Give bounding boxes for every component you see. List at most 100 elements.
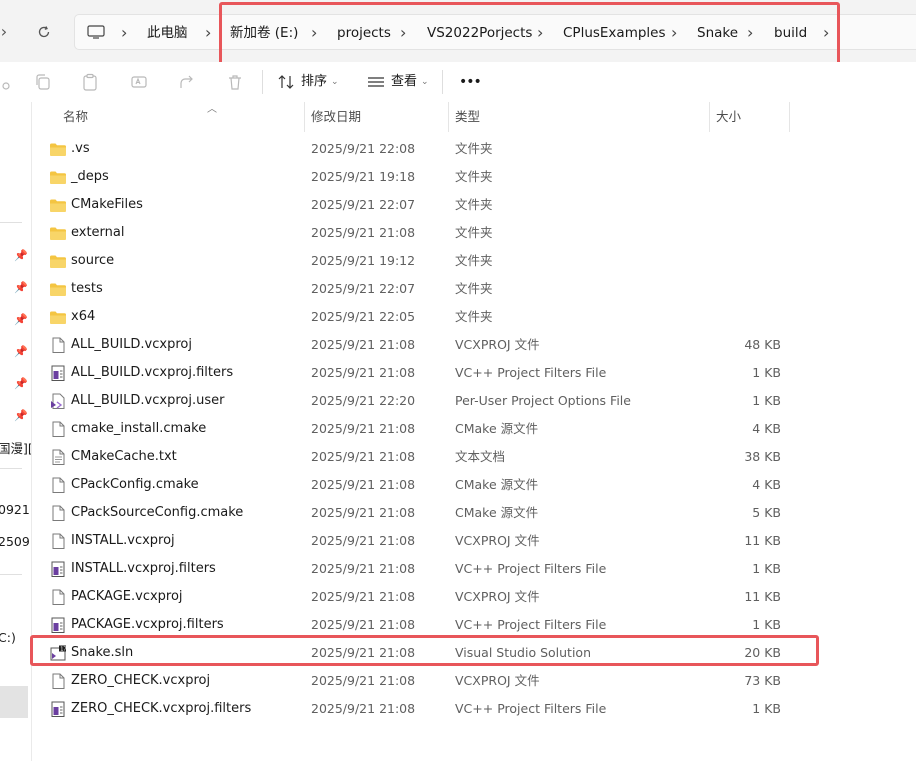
nav-item-quick-access[interactable]: 0921 bbox=[0, 502, 30, 517]
file-row[interactable]: source 2025/9/21 19:12 文件夹 bbox=[33, 247, 823, 275]
sort-icon[interactable] bbox=[276, 72, 296, 92]
file-row[interactable]: 17 Snake.sln 2025/9/21 21:08 Visual Studio … bbox=[33, 639, 823, 667]
chevron-right-icon[interactable]: › bbox=[537, 15, 543, 51]
file-row[interactable]: PACKAGE.vcxproj.filters 2025/9/21 21:08 VC… bbox=[33, 611, 823, 639]
sort-button[interactable]: 排序 bbox=[301, 72, 327, 92]
file-type: Per-User Project Options File bbox=[455, 393, 631, 408]
nav-item-quick-access[interactable]: 2509 bbox=[0, 534, 30, 549]
file-modified-date: 2025/9/21 21:08 bbox=[311, 533, 416, 548]
file-row[interactable]: PACKAGE.vcxproj 2025/9/21 21:08 VCXPROJ 文件… bbox=[33, 583, 823, 611]
column-divider[interactable] bbox=[789, 102, 790, 132]
file-name: PACKAGE.vcxproj bbox=[71, 589, 183, 604]
file-modified-date: 2025/9/21 21:08 bbox=[311, 561, 416, 576]
file-row[interactable]: INSTALL.vcxproj 2025/9/21 21:08 VCXPROJ 文件… bbox=[33, 527, 823, 555]
file-name: CPackConfig.cmake bbox=[71, 477, 199, 492]
file-modified-date: 2025/9/21 21:08 bbox=[311, 673, 416, 688]
command-bar: 排序 ⌄ 查看 ⌄ ••• bbox=[0, 62, 916, 102]
breadcrumb-drive-e[interactable]: 新加卷 (E:) bbox=[230, 15, 298, 51]
share-icon[interactable] bbox=[177, 72, 197, 92]
pin-icon: 📌 bbox=[14, 281, 28, 294]
file-modified-date: 2025/9/21 19:18 bbox=[311, 169, 416, 184]
chevron-right-icon[interactable]: › bbox=[823, 15, 829, 51]
cut-icon[interactable] bbox=[0, 72, 12, 92]
column-header-type[interactable]: 类型 bbox=[447, 102, 480, 132]
file-row[interactable]: ZERO_CHECK.vcxproj 2025/9/21 21:08 VCXPROJ… bbox=[33, 667, 823, 695]
file-row[interactable]: x64 2025/9/21 22:05 文件夹 bbox=[33, 303, 823, 331]
document-icon bbox=[52, 337, 65, 353]
file-size: 38 KB bbox=[744, 449, 781, 464]
file-row[interactable]: ALL_BUILD.vcxproj.filters 2025/9/21 21:08… bbox=[33, 359, 823, 387]
file-size: 1 KB bbox=[752, 617, 781, 632]
chevron-down-icon[interactable]: ⌄ bbox=[331, 72, 339, 92]
breadcrumb-this-pc[interactable]: 此电脑 bbox=[147, 15, 188, 51]
breadcrumb-vs2022porjects[interactable]: VS2022Porjects bbox=[427, 15, 532, 51]
file-row[interactable]: .vs 2025/9/21 22:08 文件夹 bbox=[33, 135, 823, 163]
breadcrumb-snake[interactable]: Snake bbox=[697, 15, 738, 51]
nav-item-quick-access[interactable]: 国漫][ bbox=[0, 438, 31, 457]
refresh-button[interactable] bbox=[32, 20, 56, 44]
paste-icon[interactable] bbox=[80, 72, 100, 92]
rename-icon[interactable] bbox=[129, 72, 149, 92]
nav-item-selected[interactable] bbox=[0, 686, 28, 718]
file-type: VC++ Project Filters File bbox=[455, 365, 607, 380]
column-header-name[interactable]: 名称 bbox=[55, 102, 88, 132]
file-modified-date: 2025/9/21 21:08 bbox=[311, 589, 416, 604]
breadcrumb-projects[interactable]: projects bbox=[337, 15, 391, 51]
filters-file-icon bbox=[51, 617, 65, 633]
filters-file-icon bbox=[51, 561, 65, 577]
folder-icon bbox=[50, 199, 66, 212]
file-name: tests bbox=[71, 281, 103, 296]
file-name: _deps bbox=[71, 169, 109, 184]
file-row[interactable]: CPackSourceConfig.cmake 2025/9/21 21:08 CM… bbox=[33, 499, 823, 527]
file-type: 文件夹 bbox=[455, 197, 493, 212]
file-row[interactable]: ALL_BUILD.vcxproj 2025/9/21 21:08 VCXPROJ … bbox=[33, 331, 823, 359]
column-header-date[interactable]: 修改日期 bbox=[303, 102, 361, 132]
file-name: source bbox=[71, 253, 115, 268]
vs-user-file-icon bbox=[51, 393, 65, 409]
view-button[interactable]: 查看 bbox=[391, 72, 417, 92]
chevron-right-icon[interactable]: › bbox=[311, 15, 317, 51]
file-modified-date: 2025/9/21 21:08 bbox=[311, 505, 416, 520]
forward-arrow-icon[interactable]: › bbox=[0, 20, 16, 44]
file-name: external bbox=[71, 225, 125, 240]
file-name: CMakeFiles bbox=[71, 197, 143, 212]
file-type: CMake 源文件 bbox=[455, 421, 539, 436]
copy-icon[interactable] bbox=[33, 72, 53, 92]
file-modified-date: 2025/9/21 22:07 bbox=[311, 281, 416, 296]
toolbar-divider bbox=[442, 70, 443, 94]
file-row[interactable]: INSTALL.vcxproj.filters 2025/9/21 21:08 VC… bbox=[33, 555, 823, 583]
file-row[interactable]: ZERO_CHECK.vcxproj.filters 2025/9/21 21:0… bbox=[33, 695, 823, 723]
chevron-right-icon[interactable]: › bbox=[400, 15, 406, 51]
chevron-right-icon[interactable]: › bbox=[747, 15, 753, 51]
file-row[interactable]: CMakeFiles 2025/9/21 22:07 文件夹 bbox=[33, 191, 823, 219]
delete-icon[interactable] bbox=[225, 72, 245, 92]
file-name: Snake.sln bbox=[71, 645, 134, 660]
file-type: VCXPROJ 文件 bbox=[455, 337, 540, 352]
column-header-size[interactable]: 大小 bbox=[708, 102, 741, 132]
text-file-icon bbox=[52, 449, 65, 465]
file-row[interactable]: tests 2025/9/21 22:07 文件夹 bbox=[33, 275, 823, 303]
file-row[interactable]: cmake_install.cmake 2025/9/21 21:08 CMake … bbox=[33, 415, 823, 443]
folder-icon bbox=[50, 227, 66, 240]
address-bar[interactable]: › 此电脑 › 新加卷 (E:) › projects › VS2022Porj… bbox=[74, 14, 916, 50]
file-row[interactable]: CMakeCache.txt 2025/9/21 21:08 文本文档 38 KB bbox=[33, 443, 823, 471]
file-row[interactable]: CPackConfig.cmake 2025/9/21 21:08 CMake 源文… bbox=[33, 471, 823, 499]
file-modified-date: 2025/9/21 22:07 bbox=[311, 197, 416, 212]
chevron-down-icon[interactable]: ⌄ bbox=[421, 72, 429, 92]
file-name: .vs bbox=[71, 141, 90, 156]
view-icon[interactable] bbox=[366, 72, 386, 92]
breadcrumb-cplusexamples[interactable]: CPlusExamples bbox=[563, 15, 666, 51]
file-row[interactable]: external 2025/9/21 21:08 文件夹 bbox=[33, 219, 823, 247]
file-size: 11 KB bbox=[744, 533, 781, 548]
more-options-button[interactable]: ••• bbox=[459, 72, 482, 92]
nav-item-drive-c[interactable]: C:) bbox=[0, 630, 16, 645]
chevron-right-icon[interactable]: › bbox=[205, 15, 211, 51]
file-row[interactable]: _deps 2025/9/21 19:18 文件夹 bbox=[33, 163, 823, 191]
breadcrumb-build[interactable]: build bbox=[774, 15, 807, 51]
address-strip: › › 此电脑 › 新加卷 (E:) › projects › VS2022Po… bbox=[0, 0, 916, 62]
file-modified-date: 2025/9/21 21:08 bbox=[311, 477, 416, 492]
file-row[interactable]: ALL_BUILD.vcxproj.user 2025/9/21 22:20 Per… bbox=[33, 387, 823, 415]
chevron-right-icon[interactable]: › bbox=[671, 15, 677, 51]
chevron-right-icon[interactable]: › bbox=[121, 15, 127, 51]
folder-icon bbox=[50, 283, 66, 296]
